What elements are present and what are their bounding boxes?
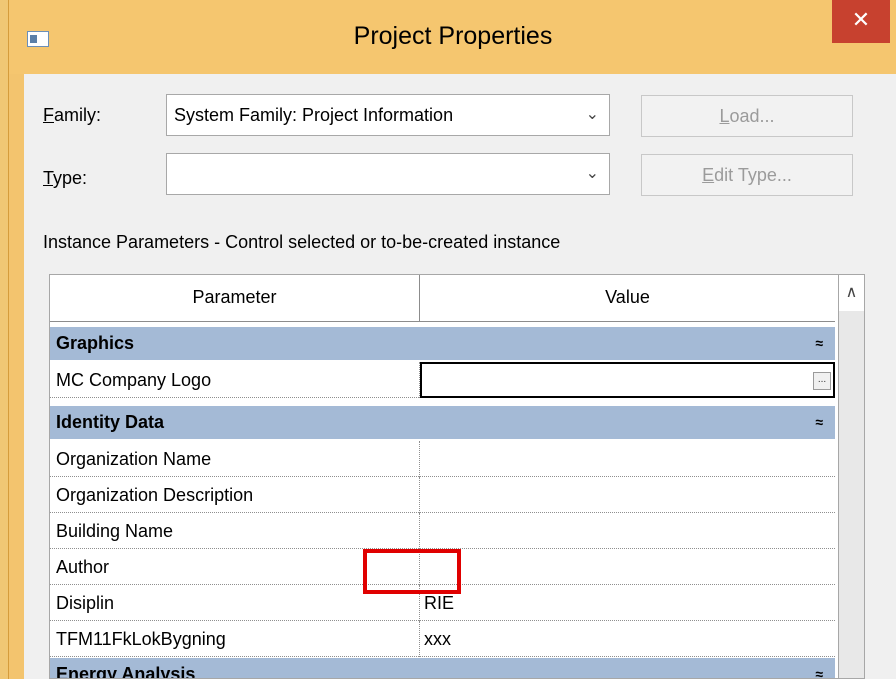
param-value[interactable] bbox=[420, 513, 835, 549]
type-combobox[interactable]: ⌄ bbox=[166, 153, 610, 195]
param-value[interactable]: xxx bbox=[420, 621, 835, 657]
param-value[interactable] bbox=[420, 549, 835, 585]
instance-parameters-label: Instance Parameters - Control selected o… bbox=[43, 232, 561, 252]
parameter-grid: Parameter Value Graphics ≈ MC Company Lo… bbox=[49, 274, 839, 679]
chevron-down-icon: ⌄ bbox=[585, 106, 599, 123]
edit-type-button[interactable]: Edit Type... bbox=[641, 154, 853, 196]
type-label: Type: bbox=[43, 168, 88, 188]
column-header-parameter[interactable]: Parameter bbox=[50, 275, 420, 322]
param-name: Organization Description bbox=[50, 477, 420, 513]
load-button[interactable]: Load... bbox=[641, 95, 853, 137]
table-row[interactable]: Building Name bbox=[50, 513, 835, 549]
family-value: System Family: Project Information bbox=[174, 105, 454, 125]
title-bar[interactable]: Project Properties ✕ bbox=[9, 0, 896, 74]
param-name: MC Company Logo bbox=[50, 362, 420, 398]
dialog-title: Project Properties bbox=[353, 22, 553, 50]
group-identity-data[interactable]: Identity Data ≈ bbox=[50, 406, 835, 439]
family-combobox[interactable]: System Family: Project Information ⌄ bbox=[166, 94, 610, 136]
browse-button[interactable]: ... bbox=[813, 372, 831, 390]
family-label: Family: bbox=[43, 105, 102, 125]
param-value[interactable] bbox=[420, 441, 835, 477]
column-header-value[interactable]: Value bbox=[420, 275, 835, 322]
table-row[interactable]: Organization Description bbox=[50, 477, 835, 513]
collapse-icon[interactable]: ≈ bbox=[815, 658, 823, 678]
param-value-input[interactable]: ... bbox=[420, 362, 835, 398]
collapse-icon[interactable]: ≈ bbox=[815, 327, 823, 360]
param-name: TFM11FkLokBygning bbox=[50, 621, 420, 657]
table-row[interactable]: MC Company Logo ... bbox=[50, 362, 835, 398]
table-row[interactable]: Organization Name bbox=[50, 441, 835, 477]
param-name: Organization Name bbox=[50, 441, 420, 477]
param-value[interactable]: RIE bbox=[420, 585, 835, 621]
group-graphics[interactable]: Graphics ≈ bbox=[50, 327, 835, 360]
highlight-annotation bbox=[363, 549, 461, 594]
collapse-icon[interactable]: ≈ bbox=[815, 406, 823, 439]
param-name: Building Name bbox=[50, 513, 420, 549]
vertical-scrollbar[interactable]: ∧ bbox=[839, 274, 865, 679]
table-row[interactable]: TFM11FkLokBygning xxx bbox=[50, 621, 835, 657]
group-energy-analysis[interactable]: Energy Analysis ≈ bbox=[50, 658, 835, 678]
scroll-up-icon[interactable]: ∧ bbox=[839, 275, 864, 311]
param-value[interactable] bbox=[420, 477, 835, 513]
chevron-down-icon: ⌄ bbox=[585, 165, 599, 182]
close-button[interactable]: ✕ bbox=[832, 0, 890, 43]
